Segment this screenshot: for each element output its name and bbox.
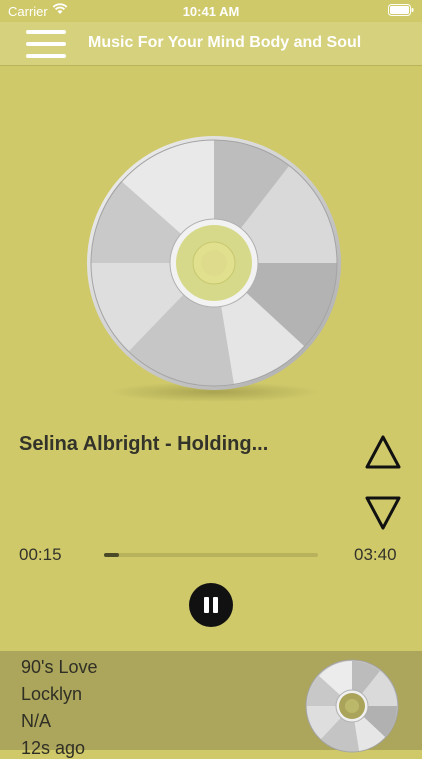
history-album: N/A xyxy=(21,711,52,731)
previous-track-button[interactable] xyxy=(364,433,402,471)
history-artist: Locklyn xyxy=(21,684,83,704)
next-track-button[interactable] xyxy=(364,494,402,532)
progress-fill xyxy=(104,553,119,557)
nav-bar: Music For Your Mind Body and Soul xyxy=(0,22,422,66)
status-time: 10:41 AM xyxy=(182,4,240,19)
page-title: Music For Your Mind Body and Soul xyxy=(88,34,362,51)
track-title: Selina Albright - Holding... xyxy=(19,433,269,455)
status-bar: Carrier 10:41 AM xyxy=(0,0,422,22)
history-played-time: 12s ago xyxy=(21,738,86,758)
history-song: 90's Love xyxy=(21,657,98,677)
cd-disc-icon xyxy=(305,659,399,753)
elapsed-time: 00:15 xyxy=(19,545,62,564)
battery-icon xyxy=(388,4,414,16)
recently-played-panel[interactable]: 90's Love Locklyn N/A 12s ago xyxy=(0,651,422,758)
menu-button[interactable] xyxy=(26,28,66,60)
pause-button[interactable] xyxy=(189,583,233,627)
cd-disc-icon xyxy=(87,136,341,402)
triangle-up-icon xyxy=(365,435,401,469)
progress-slider[interactable] xyxy=(104,553,318,557)
duration-time: 03:40 xyxy=(354,545,397,564)
triangle-down-icon xyxy=(365,496,401,530)
